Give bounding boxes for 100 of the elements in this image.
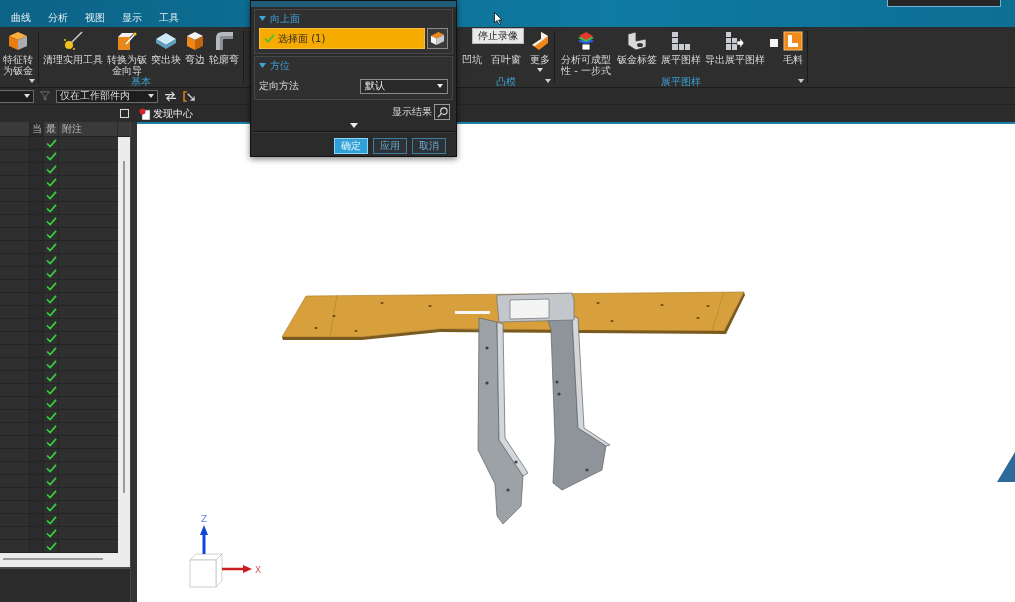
launcher-caret-icon[interactable] — [798, 79, 804, 83]
ribbon-button[interactable]: 导出展平图样 — [704, 31, 766, 65]
group-label: 展平图样 — [661, 75, 701, 87]
table-row[interactable] — [0, 228, 118, 241]
table-row[interactable] — [0, 436, 118, 449]
table-row[interactable] — [0, 384, 118, 397]
sheet-metal-part-drawing[interactable] — [281, 291, 745, 525]
folded-sheet-icon — [530, 31, 550, 51]
ribbon-button[interactable]: 突出块 — [150, 31, 182, 65]
axis-label: Z — [201, 514, 208, 524]
maximize-icon[interactable] — [120, 109, 129, 118]
table-row[interactable] — [0, 163, 118, 176]
table-row[interactable] — [0, 488, 118, 501]
ribbon-button[interactable]: 弯边 — [184, 31, 206, 65]
menu-tab[interactable]: 显示 — [113, 9, 150, 26]
ribbon-button[interactable]: 特征转为钣金 — [2, 31, 35, 76]
color-layers-icon — [576, 31, 596, 51]
table-row[interactable] — [0, 449, 118, 462]
table-row[interactable] — [0, 397, 118, 410]
table-row[interactable] — [0, 475, 118, 488]
face-select-button[interactable] — [427, 28, 448, 49]
ribbon-button[interactable]: 展平图样 — [660, 31, 702, 65]
column-header[interactable]: 当 — [30, 122, 44, 136]
wand-icon — [62, 31, 83, 51]
cursor-icon — [494, 12, 503, 25]
ribbon-button[interactable]: 钣金标签 — [616, 31, 658, 65]
table-row[interactable] — [0, 423, 118, 436]
table-row[interactable] — [0, 137, 118, 150]
cube-icon — [8, 31, 29, 51]
tooltip: 停止录像 — [472, 28, 524, 44]
caret-icon — [148, 94, 154, 98]
table-row[interactable] — [0, 202, 118, 215]
x-axis-arrow[interactable] — [222, 565, 252, 573]
checkbox[interactable] — [770, 39, 778, 47]
search-field[interactable] — [887, 0, 1001, 7]
menu-tab[interactable]: 分析 — [39, 9, 76, 26]
table-row[interactable] — [0, 254, 118, 267]
column-header[interactable]: 附注 — [59, 122, 118, 136]
table-row[interactable] — [0, 332, 118, 345]
table-row[interactable] — [0, 540, 118, 553]
arrows-icon[interactable] — [164, 90, 177, 102]
ribbon-button[interactable]: 转换为钣金向导 — [105, 31, 148, 76]
box-wand-icon — [116, 31, 137, 51]
table-row[interactable] — [0, 358, 118, 371]
selection-field[interactable]: 选择面 (1) — [259, 28, 425, 49]
ribbon-button[interactable]: 更多 — [529, 31, 551, 72]
scrollbar-track[interactable] — [118, 137, 130, 553]
table-row[interactable] — [0, 410, 118, 423]
table-row[interactable] — [0, 345, 118, 358]
grid-blocks-icon — [671, 31, 691, 51]
curved-sheet-icon — [214, 31, 234, 51]
filter-dropdown[interactable] — [0, 89, 34, 103]
table-row[interactable] — [0, 319, 118, 332]
table-row[interactable] — [0, 293, 118, 306]
ribbon-button[interactable]: 清理实用工具 — [41, 31, 104, 65]
menu-tab[interactable]: 工具 — [150, 9, 187, 26]
table-row[interactable] — [0, 150, 118, 163]
table-row[interactable] — [0, 176, 118, 189]
bracket-arrow-icon[interactable] — [183, 90, 196, 102]
scrollbar-track[interactable] — [0, 553, 130, 567]
ribbon-button[interactable]: 毛料 — [782, 31, 804, 65]
menu-tab[interactable]: 曲线 — [2, 9, 39, 26]
scrollbar-thumb[interactable] — [3, 558, 103, 560]
scope-dropdown[interactable]: 仅在工作部件内 — [56, 89, 158, 103]
scrollbar-thumb[interactable] — [123, 161, 125, 493]
caret-icon — [24, 94, 30, 98]
face-block-icon — [430, 31, 445, 46]
table-row[interactable] — [0, 462, 118, 475]
caret-icon[interactable] — [259, 16, 266, 21]
table-row[interactable] — [0, 514, 118, 527]
menu-tab[interactable]: 视图 — [76, 9, 113, 26]
dialog-button[interactable]: 取消 — [412, 138, 446, 154]
column-header[interactable]: 最 — [44, 122, 59, 136]
ribbon-button[interactable]: 分析可成型性 - 一步式 — [558, 31, 614, 76]
dialog-button[interactable]: 应用 — [373, 138, 407, 154]
section-title: 方位 — [270, 58, 290, 73]
table-row[interactable] — [0, 280, 118, 293]
orientation-dropdown[interactable]: 默认 — [360, 78, 448, 94]
table-row[interactable] — [0, 215, 118, 228]
caret-icon[interactable] — [259, 63, 266, 68]
launcher-caret-icon[interactable] — [28, 79, 35, 83]
partial-part-drawing[interactable] — [997, 452, 1015, 482]
bent-sheet-icon — [627, 31, 647, 51]
launcher-caret-icon[interactable] — [545, 79, 551, 83]
show-result-label: 显示结果 — [392, 105, 432, 119]
field-label: 定向方法 — [259, 79, 299, 93]
plate-icon — [156, 31, 176, 51]
table-row[interactable] — [0, 189, 118, 202]
ribbon-button[interactable]: 轮廓弯 — [208, 31, 240, 65]
show-result-button[interactable] — [434, 104, 450, 120]
table-row[interactable] — [0, 267, 118, 280]
section-title: 向上面 — [270, 11, 300, 26]
discovery-tab[interactable]: 发现中心 — [137, 106, 195, 121]
table-row[interactable] — [0, 241, 118, 254]
table-row[interactable] — [0, 306, 118, 319]
table-row[interactable] — [0, 527, 118, 540]
filter-icon[interactable] — [40, 91, 50, 101]
table-row[interactable] — [0, 371, 118, 384]
z-axis-arrow[interactable] — [200, 525, 208, 554]
table-row[interactable] — [0, 501, 118, 514]
